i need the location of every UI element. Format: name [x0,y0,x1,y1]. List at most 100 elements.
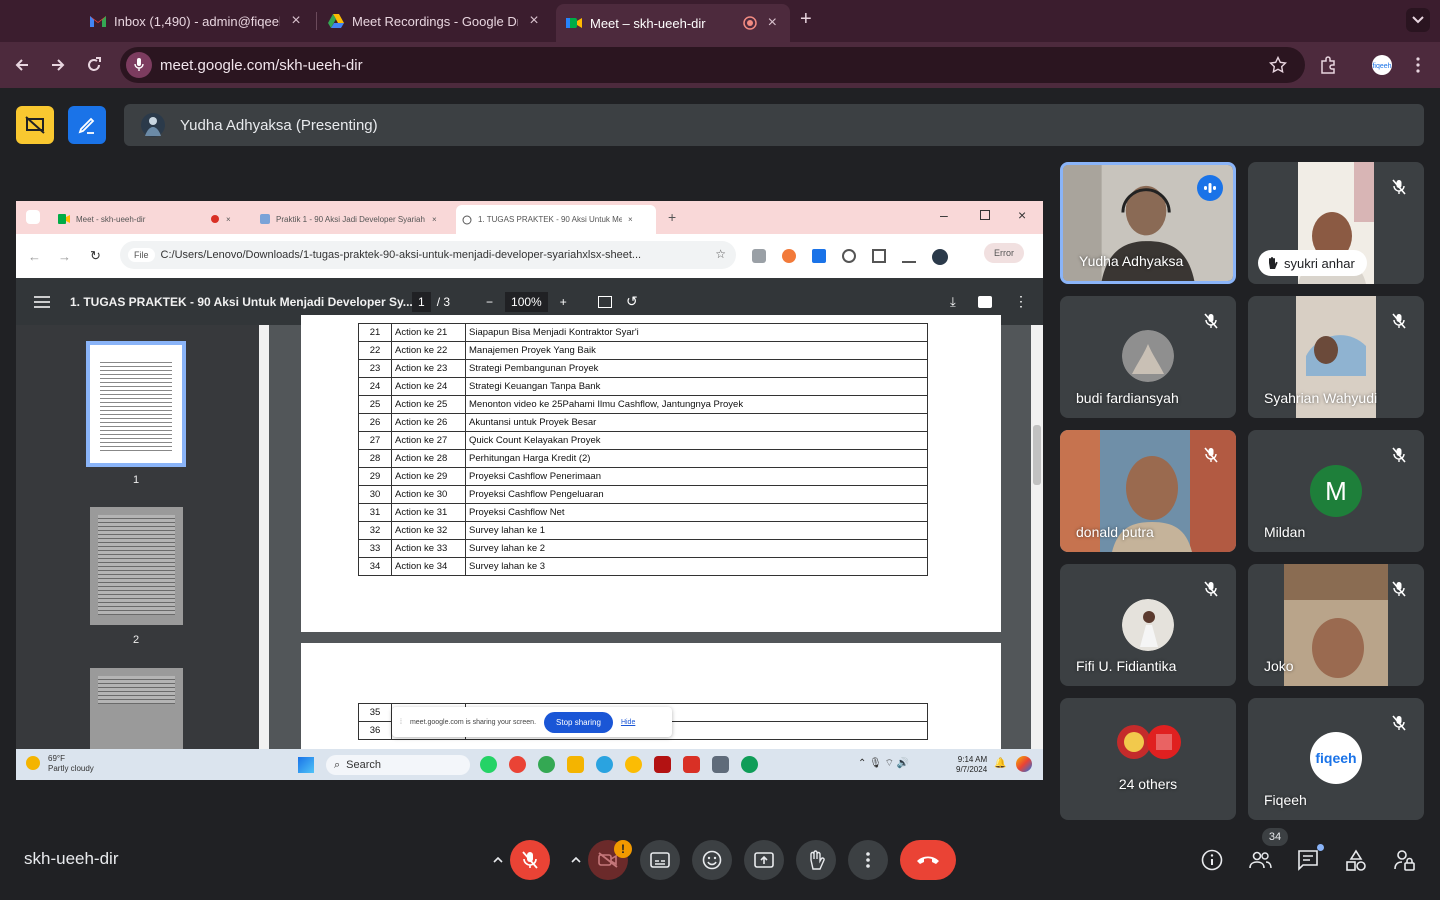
participant-tile-mildan[interactable]: M Mildan [1248,430,1424,552]
captions-button[interactable] [640,840,680,880]
shared-tab-strip: Meet - skh-ueeh-dir × Praktik 1 - 90 Aks… [16,201,1043,234]
address-bar[interactable]: meet.google.com/skh-ueeh-dir [120,47,1305,83]
participant-name: Syahrian Wahyudi [1264,390,1378,406]
presenting-label: Yudha Adhyaksa (Presenting) [180,116,378,134]
hide-link: Hide [620,718,636,726]
activities-button[interactable] [1342,846,1370,874]
row-task: Siapapun Bisa Menjadi Kontraktor Syar'i [465,323,928,342]
tray-icons: ⌃ 🎙 ⌔ 🔊 [858,758,910,769]
participant-initial-avatar: M [1310,465,1362,517]
presenting-banner: Yudha Adhyaksa (Presenting) [124,104,1424,146]
gmail-icon [90,15,106,27]
shared-screen: Meet - skh-ueeh-dir × Praktik 1 - 90 Aks… [16,201,1043,780]
tab-meet[interactable]: Meet – skh-ueeh-dir × [556,4,790,42]
participant-tile-fiqeeh[interactable]: fiqeeh Fiqeeh [1248,698,1424,820]
participant-tile-donald[interactable]: donald putra [1060,430,1236,552]
raise-hand-button[interactable] [796,840,836,880]
shared-url-text: C:/Users/Lenovo/Downloads/1-tugas-prakte… [160,249,642,261]
close-tab-icon[interactable]: × [526,12,542,30]
pdf-zoom-value: 100% [505,291,548,312]
participant-name: budi fardiansyah [1076,390,1179,406]
clock-time: 9:14 AM [957,755,988,764]
recording-icon [210,214,220,224]
reactions-button[interactable] [692,840,732,880]
pdf-page-indicator: 1 / 3 [412,291,451,312]
reload-icon: ↻ [90,248,101,263]
shared-tab-praktik: Praktik 1 - 90 Aksi Jadi Developer Syari… [254,207,450,231]
forward-button[interactable] [46,53,70,77]
row-task: Akuntansi untuk Proyek Besar [465,413,928,432]
row-task: Quick Count Kelayakan Proyek [465,431,928,450]
meeting-details-button[interactable] [1198,846,1226,874]
pdf-thumbnail-page-2 [90,507,183,625]
chat-button[interactable] [1294,844,1324,874]
video-settings-chevron[interactable] [568,850,584,870]
shared-tab-menu-icon [26,210,40,224]
back-button[interactable] [10,53,34,77]
close-tab-icon[interactable]: × [288,12,304,30]
speaking-indicator-icon [1197,175,1223,201]
fiqeeh-logo-avatar: fiqeeh [1310,732,1362,784]
row-number: 34 [358,557,392,576]
thumbnail-label: 1 [133,474,140,486]
stop-presenting-button[interactable] [16,106,54,144]
arrow-right-icon [50,57,66,73]
row-number: 30 [358,485,392,504]
app-icon [654,756,671,773]
pdf-page-total: / 3 [436,294,451,309]
participant-tile-yudha[interactable]: Yudha Adhyaksa [1060,162,1236,284]
camera-warning-badge: ! [614,840,632,858]
chevron-up-icon [571,857,581,863]
participant-tile-syahrian[interactable]: Syahrian Wahyudi [1248,296,1424,418]
microphone-toggle-button[interactable] [510,840,550,880]
participant-video [1284,564,1388,686]
table-row: 23 Action ke 23 Strategi Pembangunan Proye… [358,359,928,378]
extensions-button[interactable] [1316,53,1340,77]
screen-share-notice: ⁞ meet.google.com is sharing your screen… [392,707,672,737]
tab-search-button[interactable] [1406,8,1430,32]
weather-desc: Partly cloudy [48,764,94,773]
host-controls-button[interactable] [1390,846,1418,874]
pdf-thumbnails: 1 2 [16,325,269,749]
browser-toolbar: meet.google.com/skh-ueeh-dir fiqeeh [0,42,1440,88]
row-action: Action ke 25 [391,395,466,414]
timer-icon [842,249,856,263]
clock-date: 9/7/2024 [956,765,988,774]
tab-drive[interactable]: Meet Recordings - Google Dr × [318,6,552,36]
row-number: 24 [358,377,392,396]
leave-call-button[interactable] [900,840,956,880]
people-button[interactable] [1246,846,1274,874]
thumbnail-label: 2 [133,634,140,646]
participant-tile-joko[interactable]: Joko [1248,564,1424,686]
browser-menu-button[interactable] [1406,53,1430,77]
mic-off-icon [1388,176,1410,198]
audio-settings-chevron[interactable] [490,850,506,870]
present-screen-button[interactable] [744,840,784,880]
new-tab-button[interactable]: + [800,8,812,31]
calculator-icon [712,756,729,773]
profile-icon [932,249,948,265]
pdf-title: 1. TUGAS PRAKTEK - 90 Aksi Untuk Menjadi… [70,294,413,309]
profile-logo-icon: fiqeeh [1371,54,1393,76]
closed-captions-icon [650,852,670,868]
google-meet-icon [566,16,582,30]
participant-tile-others[interactable]: 24 others [1060,698,1236,820]
hamburger-icon [34,295,50,308]
forward-icon: → [58,248,71,264]
rotate-icon: ↺ [626,293,638,309]
close-tab-icon[interactable]: × [765,14,780,32]
notification-icon: 🔔 [994,758,1007,769]
more-options-button[interactable] [848,840,888,880]
participant-tile-budi[interactable]: budi fardiansyah [1060,296,1236,418]
microphone-in-use-icon[interactable] [126,52,152,78]
participant-tile-syukri[interactable]: syukri anhar [1248,162,1424,284]
table-row: 26 Action ke 26 Akuntansi untuk Proyek Bes… [358,413,928,432]
tab-gmail[interactable]: Inbox (1,490) - admin@fiqeeh × [80,6,314,36]
annotate-button[interactable] [68,106,106,144]
reload-button[interactable] [82,53,106,77]
bookmark-star-icon[interactable] [1269,56,1287,74]
participant-tile-fifi[interactable]: Fifi U. Fidiantika [1060,564,1236,686]
participant-name: Mildan [1264,524,1306,540]
extension-icon [752,249,766,263]
profile-avatar[interactable]: fiqeeh [1370,53,1394,77]
